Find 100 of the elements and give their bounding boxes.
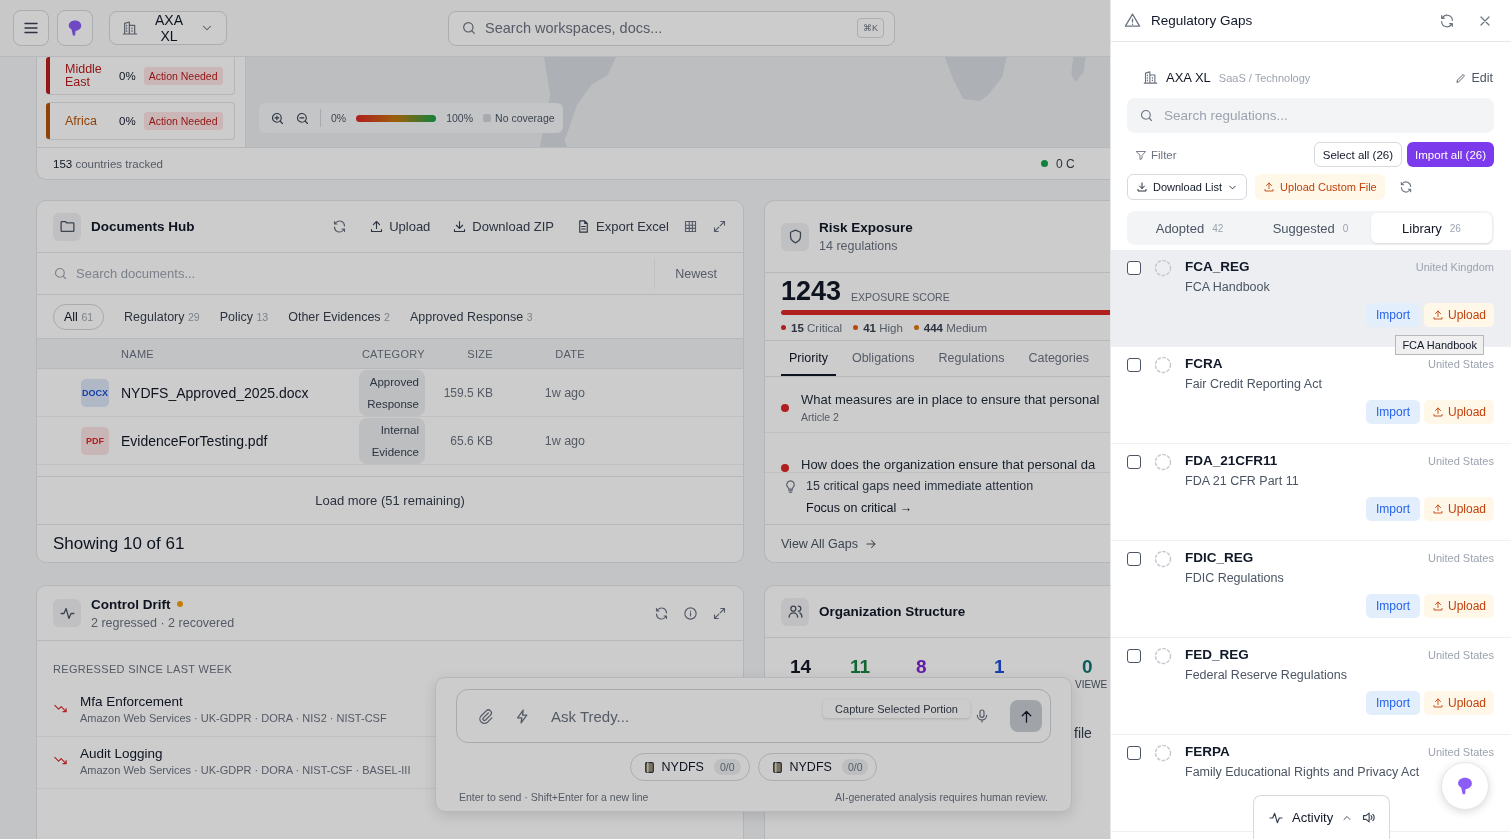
upload-file-button[interactable]: Upload Custom File (1255, 174, 1385, 200)
region-item[interactable]: Africa 0% Action Needed (46, 102, 235, 140)
checkbox[interactable] (1127, 649, 1141, 663)
column-header: SIZE (466, 347, 493, 360)
no-coverage-swatch (483, 114, 492, 122)
refresh-icon[interactable] (1398, 180, 1413, 194)
microphone-icon[interactable] (974, 708, 990, 724)
users-icon (786, 603, 804, 620)
paperclip-icon[interactable] (477, 707, 494, 725)
tab[interactable]: Categories (1020, 341, 1097, 376)
tab[interactable]: Obligations (843, 341, 923, 376)
regulation-row[interactable]: FDA_21CFR11 United States FDA 21 CFR Part 11 Import Upload (1111, 444, 1511, 541)
focus-link[interactable]: Focus on critical → (806, 501, 1034, 515)
search-placeholder: Search workspaces, docs... (485, 20, 664, 36)
regulation-row[interactable]: FDIC_REG United States FDIC Regulations Import Upload (1111, 541, 1511, 638)
file-name: NYDFS_Approved_2025.docx (120, 384, 310, 401)
download-icon (452, 219, 468, 234)
card-title: Organization Structure (819, 604, 966, 619)
table-icon[interactable] (683, 219, 698, 234)
load-more-button[interactable]: Load more (51 remaining) (315, 493, 465, 508)
upload-button[interactable]: Upload (1423, 303, 1494, 327)
tab[interactable]: Suggested 0 (1250, 213, 1371, 243)
upload-icon (1431, 697, 1444, 709)
regulation-code: FDIC_REG (1185, 550, 1254, 565)
zoom-out-icon[interactable] (295, 110, 310, 126)
regulation-country: United States (1427, 358, 1494, 370)
select-all-button[interactable]: Select all (26) (1313, 142, 1403, 167)
status-badge: Action Needed (143, 66, 223, 85)
sort-select[interactable]: Newest (655, 266, 727, 281)
control-name: Audit Logging (80, 745, 164, 761)
disclaimer: AI-generated analysis requires human review. (834, 791, 1048, 803)
coverage-percent: 0% (119, 115, 136, 127)
upload-button[interactable]: Upload (1423, 594, 1494, 618)
expand-icon[interactable] (712, 219, 727, 234)
import-button[interactable]: Import (1365, 691, 1420, 715)
filter-tab[interactable]: Policy 13 (219, 304, 269, 329)
stat-value: 8 (916, 656, 927, 678)
logo-button[interactable] (57, 10, 93, 46)
menu-button[interactable] (13, 10, 49, 46)
speaker-icon[interactable] (1361, 810, 1377, 825)
column-header: NAME (120, 347, 155, 360)
regulation-country: United States (1427, 746, 1494, 758)
toolbar-button[interactable]: Download ZIP (452, 219, 554, 234)
send-button[interactable] (1010, 700, 1042, 732)
tab[interactable]: Adopted 42 (1129, 213, 1250, 243)
priority-dot (781, 403, 789, 412)
status-badge: Action Needed (143, 112, 223, 130)
import-button[interactable]: Import (1365, 497, 1420, 521)
refresh-icon[interactable] (332, 219, 348, 234)
toolbar-button[interactable]: Export Excel (576, 219, 669, 234)
import-button[interactable]: Import (1365, 594, 1420, 618)
upload-button[interactable]: Upload (1423, 400, 1494, 424)
toolbar-button[interactable]: Upload (369, 219, 431, 234)
view-all-link[interactable]: View All Gaps (781, 536, 878, 551)
zoom-in-icon[interactable] (270, 110, 285, 126)
table-cell-text: 65.6 KB (449, 433, 493, 448)
table-row[interactable]: PDF EvidenceForTesting.pdf Internal Evidence 65.6 KB 1w ago (37, 417, 743, 465)
import-all-button[interactable]: Import all (26) (1407, 142, 1494, 167)
checkbox[interactable] (1127, 358, 1141, 372)
table-cell-text: 1w ago (543, 385, 585, 400)
table-row[interactable]: DOCX NYDFS_Approved_2025.docx Approved Response 159.5 KB 1w ago (37, 369, 743, 417)
import-button[interactable]: Import (1365, 400, 1420, 424)
edit-button[interactable]: Edit (1455, 70, 1493, 85)
chat-placeholder: Ask Tredy... (551, 707, 631, 725)
shortcut-key: ⌘K (857, 18, 884, 38)
file-name: EvidenceForTesting.pdf (120, 432, 269, 449)
info-icon[interactable] (683, 605, 698, 621)
search-field[interactable]: Search workspaces, docs... ⌘K (448, 10, 895, 46)
score-label: EXPOSURE SCORE (851, 291, 950, 305)
filter-tab[interactable]: Other Evidences 2 (288, 304, 390, 329)
upload-icon (1431, 503, 1444, 515)
refresh-icon[interactable] (654, 605, 669, 621)
refresh-icon[interactable] (1439, 12, 1455, 29)
checkbox[interactable] (1127, 261, 1141, 275)
pencil-icon (1455, 71, 1468, 84)
tab[interactable]: Library 26 (1371, 213, 1492, 243)
checkbox[interactable] (1127, 552, 1141, 566)
upload-button[interactable]: Upload (1423, 497, 1494, 521)
import-button[interactable]: Import (1365, 303, 1420, 327)
filter-tab[interactable]: Approved Response 3 (409, 304, 533, 329)
tab[interactable]: Priority (781, 341, 836, 376)
regulation-name: Family Educational Rights and Privacy Act (1185, 765, 1421, 779)
checkbox[interactable] (1127, 746, 1141, 760)
activity-bar[interactable]: Activity (1253, 795, 1390, 839)
exposure-score: 1243 (781, 277, 842, 305)
tab[interactable]: Regulations (930, 341, 1013, 376)
stat-value: 0 (1082, 656, 1093, 678)
region-item[interactable]: Middle East 0% Action Needed (46, 57, 235, 95)
workspace-select[interactable]: AXA XL (109, 11, 227, 45)
regulation-name: Fair Credit Reporting Act (1185, 377, 1323, 391)
status-circle-icon (1153, 452, 1173, 472)
regulation-row[interactable]: FED_REG United States Federal Reserve Regulations Import Upload (1111, 638, 1511, 735)
download-list-button[interactable]: Download List (1127, 174, 1248, 200)
checkbox[interactable] (1127, 455, 1141, 469)
chat-input[interactable]: Ask Tredy... Capture Selected Portion (456, 689, 1051, 743)
filter-tab[interactable]: Regulatory 29 (124, 304, 200, 329)
filter-button[interactable]: Filter (1127, 148, 1177, 161)
legend-min: 0% (331, 112, 347, 124)
expand-icon[interactable] (712, 605, 727, 621)
upload-button[interactable]: Upload (1423, 691, 1494, 715)
